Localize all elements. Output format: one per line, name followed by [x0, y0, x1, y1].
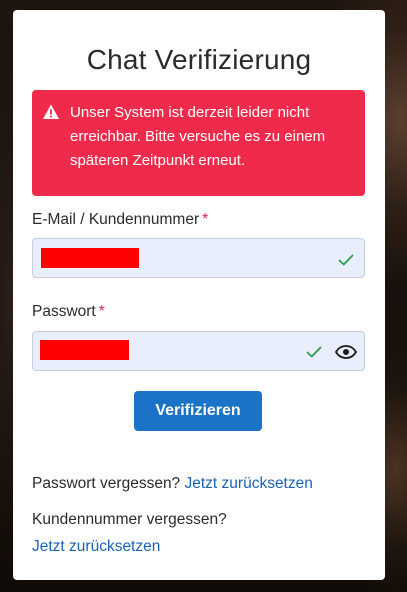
forgot-password-text: Passwort vergessen? — [32, 475, 181, 492]
verify-button[interactable]: Verifizieren — [134, 391, 262, 431]
required-mark: * — [202, 211, 209, 228]
error-alert: Unser System ist derzeit leider nicht er… — [32, 90, 365, 196]
reset-password-link[interactable]: Jetzt zurücksetzen — [185, 475, 313, 492]
redacted-value — [40, 340, 129, 360]
verification-card: Chat Verifizierung Unser System ist derz… — [13, 10, 385, 580]
password-label-text: Passwort — [32, 303, 96, 320]
valid-check-icon — [338, 254, 354, 266]
error-message: Unser System ist derzeit leider nicht er… — [70, 104, 326, 169]
forgot-customer-number-text: Kundennummer vergessen? — [32, 511, 227, 528]
password-field[interactable] — [32, 331, 365, 371]
valid-check-icon — [306, 346, 322, 358]
page-title: Chat Verifizierung — [86, 44, 312, 75]
email-label: E-Mail / Kundennummer * — [32, 211, 208, 229]
eye-icon[interactable] — [335, 345, 357, 359]
email-field[interactable] — [32, 238, 365, 278]
reset-customer-number-link[interactable]: Jetzt zurücksetzen — [32, 538, 160, 555]
forgot-password-row: Passwort vergessen? Jetzt zurücksetzen — [32, 475, 313, 493]
redacted-value — [41, 248, 139, 268]
password-label: Passwort * — [32, 303, 105, 321]
required-mark: * — [98, 303, 105, 320]
reset-customer-number-row: Jetzt zurücksetzen — [32, 538, 160, 556]
warning-triangle-icon — [43, 104, 59, 119]
email-label-text: E-Mail / Kundennummer — [32, 211, 200, 228]
